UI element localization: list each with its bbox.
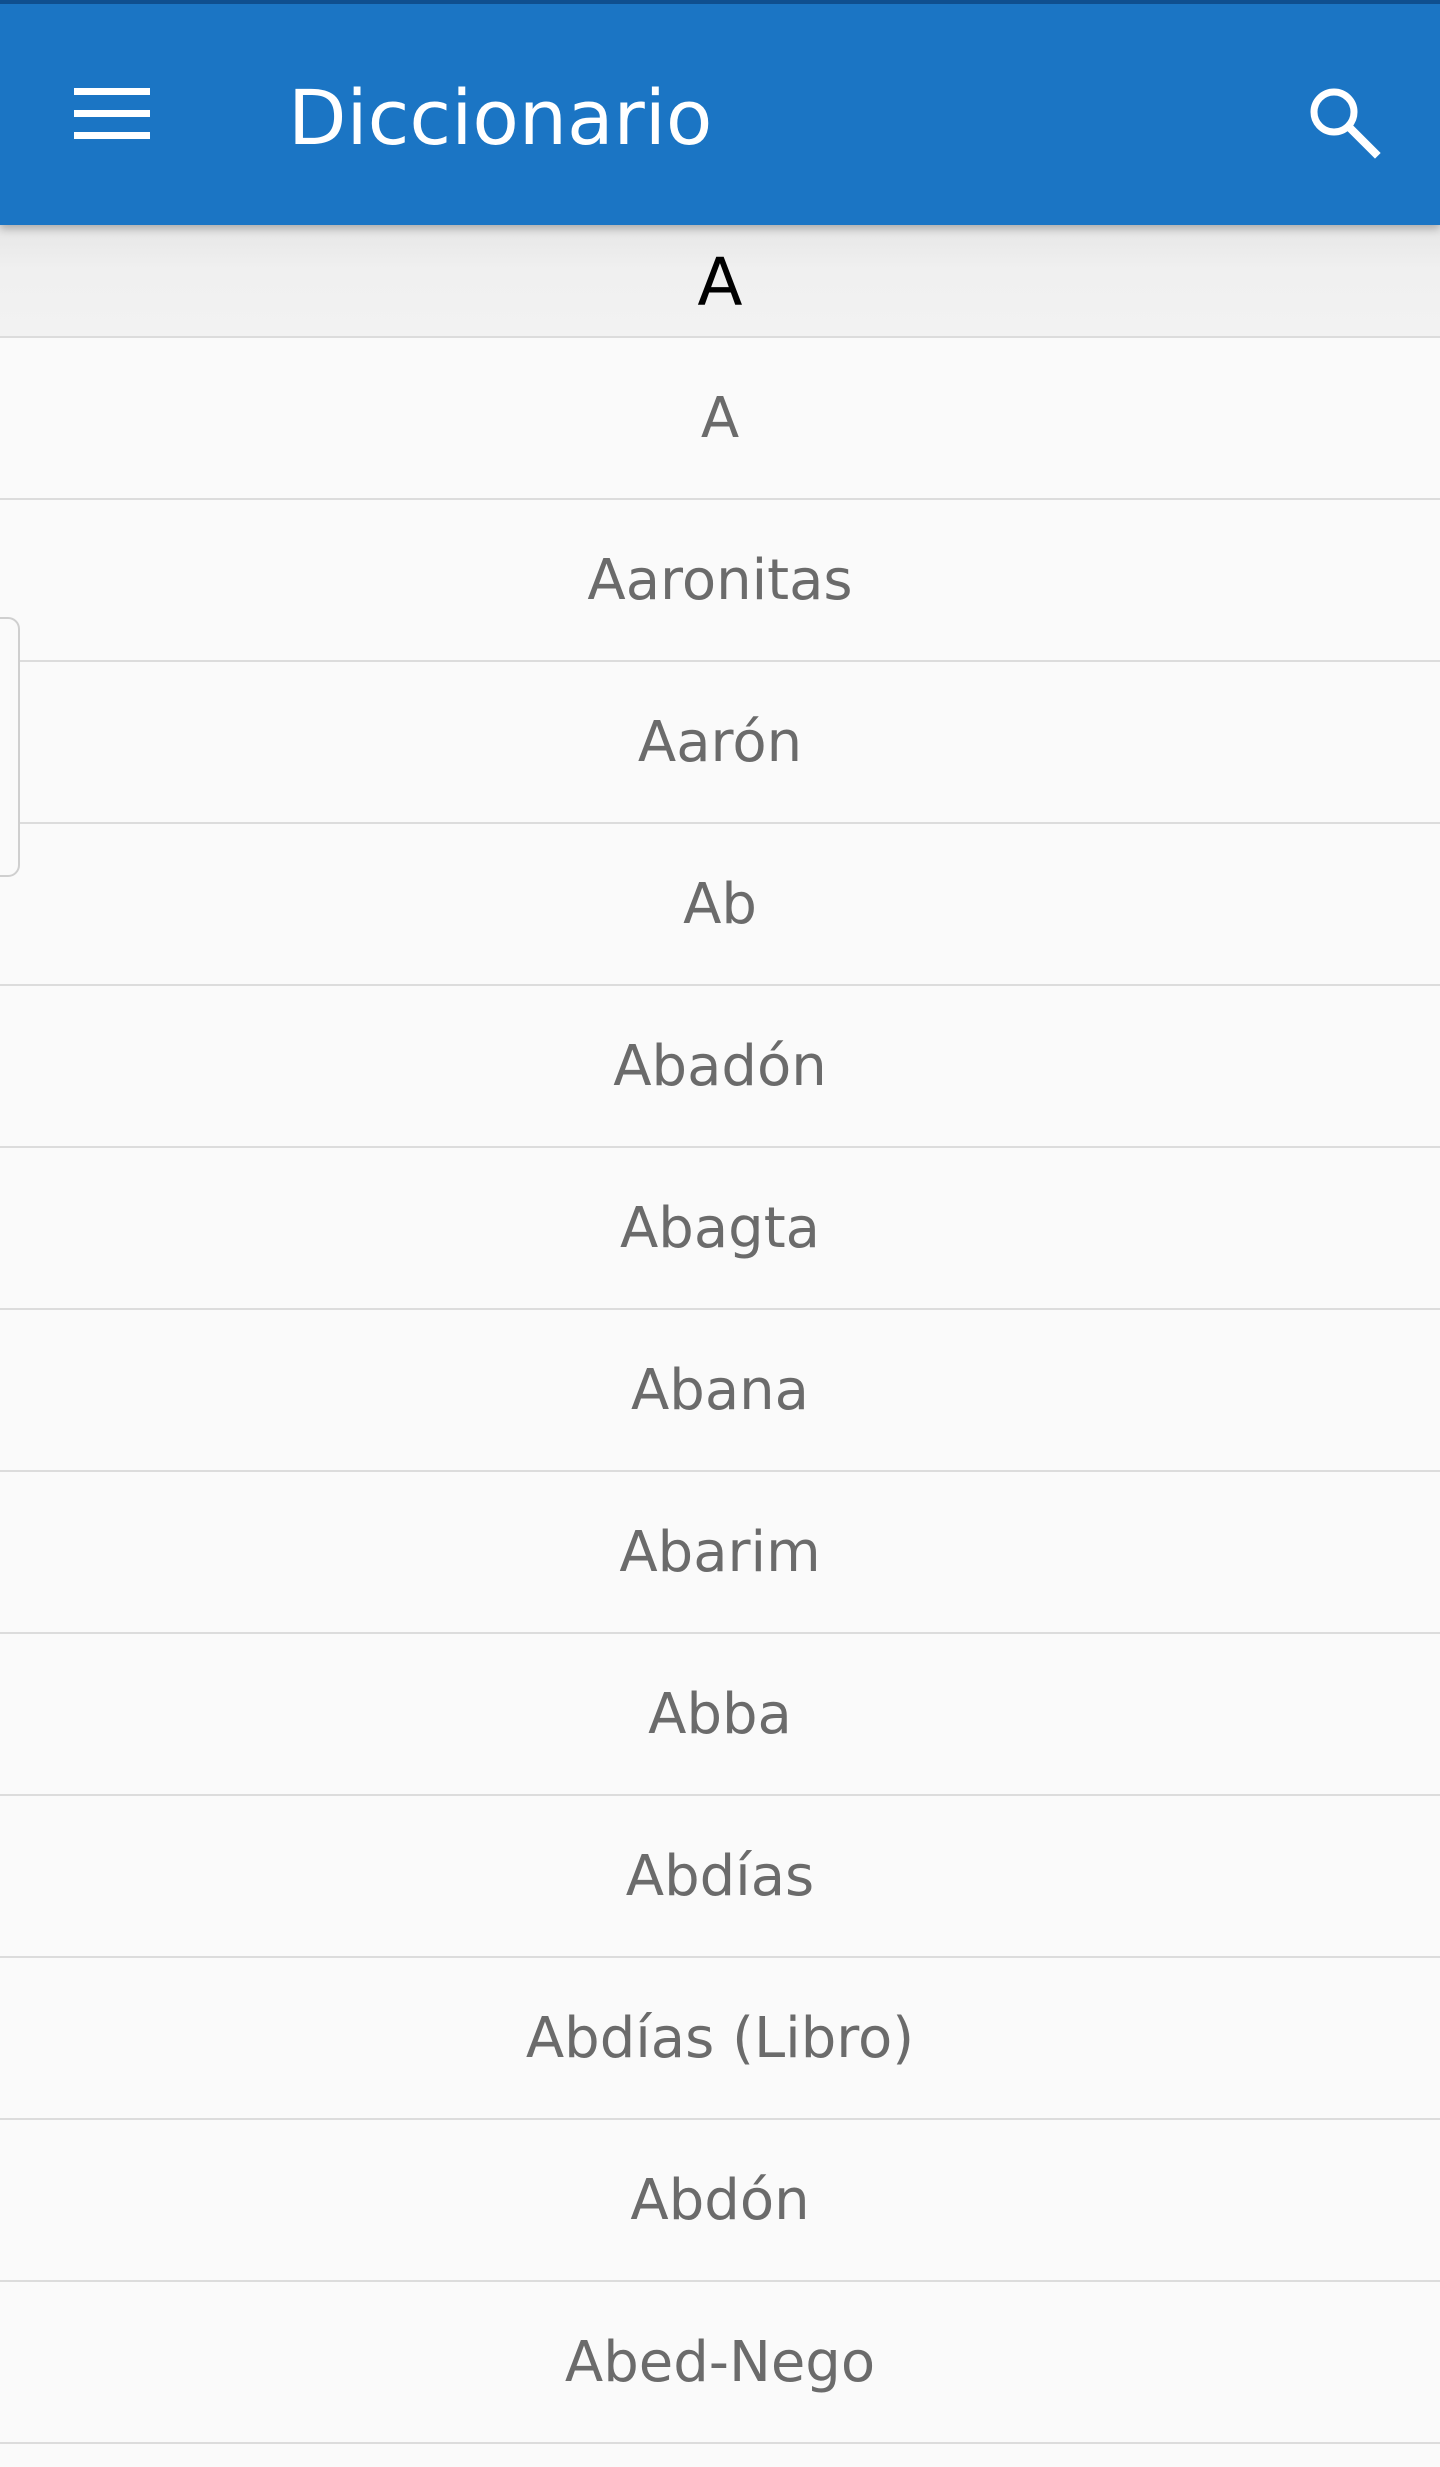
list-item[interactable]: Ab bbox=[0, 824, 1440, 986]
list-item[interactable]: Abadón bbox=[0, 986, 1440, 1148]
section-header: A bbox=[0, 225, 1440, 338]
hamburger-menu-icon bbox=[74, 88, 150, 139]
list-item[interactable]: Abana bbox=[0, 1310, 1440, 1472]
menu-button[interactable] bbox=[56, 70, 166, 160]
list-item[interactable]: Abarim bbox=[0, 1472, 1440, 1634]
search-button[interactable] bbox=[1288, 66, 1398, 176]
list-item[interactable]: Abdías bbox=[0, 1796, 1440, 1958]
list-item[interactable]: Aaronitas bbox=[0, 500, 1440, 662]
fast-scroll-handle[interactable] bbox=[0, 617, 20, 877]
list-item[interactable]: Abdón bbox=[0, 2120, 1440, 2282]
status-strip bbox=[0, 0, 1440, 4]
section-letter: A bbox=[697, 244, 743, 321]
app-bar: Diccionario bbox=[0, 0, 1440, 225]
app-title: Diccionario bbox=[288, 73, 713, 162]
list-item[interactable]: Abagta bbox=[0, 1148, 1440, 1310]
list-item[interactable]: Aarón bbox=[0, 662, 1440, 824]
search-icon bbox=[1310, 88, 1381, 159]
list-item[interactable]: Abdías (Libro) bbox=[0, 1958, 1440, 2120]
list-item[interactable]: Abed-Nego bbox=[0, 2282, 1440, 2444]
dictionary-list: A Aaronitas Aarón Ab Abadón Abagta Abana… bbox=[0, 338, 1440, 2444]
list-item[interactable]: Abba bbox=[0, 1634, 1440, 1796]
list-item[interactable]: A bbox=[0, 338, 1440, 500]
